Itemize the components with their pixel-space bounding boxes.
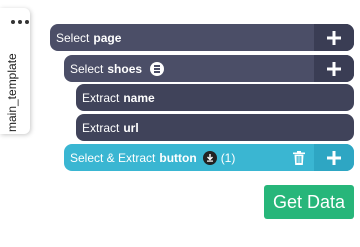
node-action: Extract xyxy=(82,120,120,135)
extract-count: (1) xyxy=(220,150,236,165)
node-action: Select & Extract xyxy=(70,150,156,165)
node-extract-url[interactable]: Extract url xyxy=(76,114,354,141)
dot xyxy=(11,20,15,24)
node-name: page xyxy=(93,30,122,45)
node-label: Select page xyxy=(50,31,121,45)
more-horizontal-icon[interactable] xyxy=(11,19,29,25)
selector-tree-panel: Select page Select shoes Extract name Ex… xyxy=(42,0,360,247)
list-icon[interactable] xyxy=(150,61,165,76)
sidebar: main_template xyxy=(0,0,42,247)
add-child-button[interactable] xyxy=(314,24,354,51)
plus-icon xyxy=(327,30,341,45)
node-select-shoes[interactable]: Select shoes xyxy=(64,55,354,82)
dot xyxy=(25,20,29,24)
template-tab[interactable]: main_template xyxy=(0,8,30,134)
node-action: Select xyxy=(70,61,104,76)
delete-node-button[interactable] xyxy=(284,144,314,171)
node-extract-name[interactable]: Extract name xyxy=(76,84,354,111)
template-tab-label: main_template xyxy=(5,53,19,132)
plus-icon xyxy=(327,61,341,76)
plus-icon xyxy=(327,150,341,165)
node-name: name xyxy=(123,90,155,105)
trash-icon xyxy=(293,150,305,165)
node-action: Select xyxy=(56,30,90,45)
add-child-button[interactable] xyxy=(314,144,354,171)
node-select-page[interactable]: Select page xyxy=(50,24,354,51)
node-label: Select & Extract button (1) xyxy=(64,150,236,165)
node-label: Extract url xyxy=(76,121,139,135)
node-name: shoes xyxy=(107,61,143,76)
download-arrow-icon xyxy=(206,153,213,162)
add-child-button[interactable] xyxy=(314,55,354,82)
node-name: button xyxy=(159,150,197,165)
get-data-button[interactable]: Get Data xyxy=(264,185,354,219)
download-icon[interactable] xyxy=(202,150,217,165)
node-select-extract-button[interactable]: Select & Extract button (1) xyxy=(64,144,354,171)
dot xyxy=(18,20,22,24)
node-action: Extract xyxy=(82,90,120,105)
node-name: url xyxy=(123,120,139,135)
node-label: Extract name xyxy=(76,91,155,105)
node-label: Select shoes xyxy=(64,61,165,76)
